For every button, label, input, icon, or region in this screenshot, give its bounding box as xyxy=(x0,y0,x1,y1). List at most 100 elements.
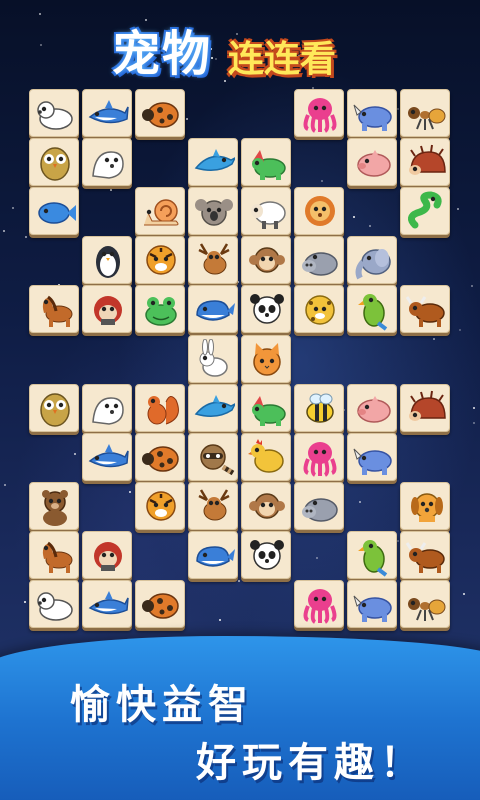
tile-whale[interactable] xyxy=(188,285,238,334)
tile-frog[interactable] xyxy=(135,285,185,334)
tile-parrot[interactable] xyxy=(347,530,397,579)
tile-panda[interactable] xyxy=(241,530,291,579)
dolphin-icon xyxy=(194,149,235,172)
shark-icon xyxy=(88,100,129,124)
tile-chicken[interactable] xyxy=(241,432,291,481)
star xyxy=(185,117,188,120)
tile-pig[interactable] xyxy=(347,138,397,187)
tile-rhino[interactable] xyxy=(347,89,397,137)
tile-octopus[interactable] xyxy=(294,580,344,628)
deer-icon xyxy=(198,243,230,275)
tile-triceratops[interactable] xyxy=(241,383,291,432)
owl-icon xyxy=(40,147,70,181)
tile-tiger[interactable] xyxy=(135,481,185,530)
star xyxy=(129,490,132,493)
game-screen: 宠物 连连看 愉快益智 好玩有趣！ xyxy=(0,0,480,800)
tile-gorilla[interactable] xyxy=(82,530,132,579)
tile-seal[interactable] xyxy=(82,138,132,187)
bull-icon xyxy=(405,296,445,328)
parrot-icon xyxy=(358,539,388,577)
seal-icon xyxy=(92,151,124,179)
bee-icon xyxy=(306,393,334,423)
tile-dolphin[interactable] xyxy=(188,138,238,187)
seal-icon xyxy=(92,396,124,425)
tile-owl[interactable] xyxy=(29,383,79,432)
tile-parrot[interactable] xyxy=(347,285,397,334)
bear-icon xyxy=(42,489,68,526)
tile-polar-bear[interactable] xyxy=(29,89,79,137)
tile-hippo[interactable] xyxy=(294,481,344,530)
tile-gorilla[interactable] xyxy=(82,285,132,334)
koala-icon xyxy=(195,199,233,226)
tile-bull[interactable] xyxy=(400,530,450,579)
star xyxy=(315,556,318,559)
tile-dog[interactable] xyxy=(400,481,450,530)
sheep-icon xyxy=(251,201,286,230)
tile-elephant[interactable] xyxy=(347,236,397,285)
ant-icon xyxy=(408,107,446,130)
tile-bull[interactable] xyxy=(400,285,450,334)
monkey-icon xyxy=(249,493,285,519)
tile-octopus[interactable] xyxy=(294,89,344,137)
tile-leopard[interactable] xyxy=(294,285,344,334)
tile-dolphin[interactable] xyxy=(188,383,238,432)
tile-bee[interactable] xyxy=(294,383,344,432)
tile-cat[interactable] xyxy=(241,334,291,383)
hippo-icon xyxy=(302,252,338,277)
tile-hedgehog[interactable] xyxy=(400,383,450,432)
tile-ladybug[interactable] xyxy=(135,580,185,628)
tile-tiger[interactable] xyxy=(135,236,185,285)
snake-icon xyxy=(408,191,442,229)
tile-ladybug[interactable] xyxy=(135,89,185,137)
tile-bear[interactable] xyxy=(29,481,79,530)
octopus-icon xyxy=(303,441,337,477)
tile-ant[interactable] xyxy=(400,580,450,628)
tile-whale[interactable] xyxy=(188,530,238,579)
tile-panda[interactable] xyxy=(241,285,291,334)
star xyxy=(321,179,324,182)
tile-snake[interactable] xyxy=(400,187,450,236)
tile-triceratops[interactable] xyxy=(241,138,291,187)
star xyxy=(397,107,399,110)
ladybug-icon xyxy=(142,593,179,619)
tile-ant[interactable] xyxy=(400,89,450,137)
tile-hedgehog[interactable] xyxy=(400,138,450,187)
tile-horse[interactable] xyxy=(29,530,79,579)
cat-icon xyxy=(253,342,281,376)
tile-penguin[interactable] xyxy=(82,236,132,285)
tile-deer[interactable] xyxy=(188,236,238,285)
leopard-icon xyxy=(305,295,335,326)
tile-monkey[interactable] xyxy=(241,481,291,530)
tile-seal[interactable] xyxy=(82,383,132,432)
polar-bear-icon xyxy=(37,101,73,130)
tile-rhino[interactable] xyxy=(347,580,397,628)
tile-ladybug[interactable] xyxy=(135,432,185,481)
owl-icon xyxy=(40,392,70,427)
triceratops-icon xyxy=(252,150,286,181)
tile-deer[interactable] xyxy=(188,481,238,530)
tile-octopus[interactable] xyxy=(294,432,344,481)
tile-shark[interactable] xyxy=(82,89,132,137)
tile-sheep[interactable] xyxy=(241,187,291,236)
gorilla-icon xyxy=(94,541,122,571)
tile-snail[interactable] xyxy=(135,187,185,236)
tile-shark[interactable] xyxy=(82,432,132,481)
tile-owl[interactable] xyxy=(29,138,79,187)
tiger-icon xyxy=(146,491,176,521)
tile-raccoon[interactable] xyxy=(188,432,238,481)
tile-polar-bear[interactable] xyxy=(29,580,79,628)
tile-lion[interactable] xyxy=(294,187,344,236)
tile-squirrel[interactable] xyxy=(135,383,185,432)
tile-rhino[interactable] xyxy=(347,432,397,481)
tile-fish[interactable] xyxy=(29,187,79,236)
tile-shark[interactable] xyxy=(82,580,132,628)
tile-koala[interactable] xyxy=(188,187,238,236)
lion-icon xyxy=(305,196,335,227)
rabbit-icon xyxy=(199,338,228,377)
tile-rabbit[interactable] xyxy=(188,334,238,383)
gorilla-icon xyxy=(94,296,122,326)
tile-horse[interactable] xyxy=(29,285,79,334)
tile-monkey[interactable] xyxy=(241,236,291,285)
tile-hippo[interactable] xyxy=(294,236,344,285)
tile-pig[interactable] xyxy=(347,383,397,432)
